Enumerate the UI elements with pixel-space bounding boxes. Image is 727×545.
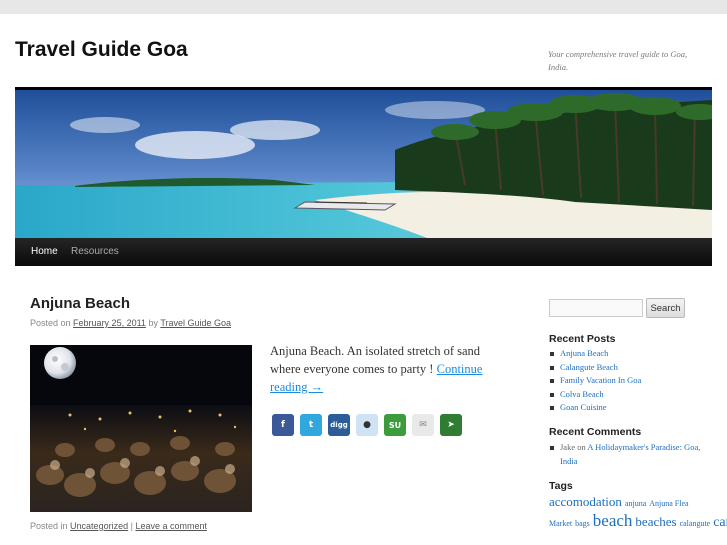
tag-link[interactable]: beach [593,511,633,530]
facebook-icon[interactable]: f [272,414,294,436]
recent-post-item: Calangute Beach [549,361,709,375]
digg-icon[interactable]: digg [328,414,350,436]
post-author-link[interactable]: Travel Guide Goa [160,318,231,328]
comment-author: Jake [560,442,576,452]
tag-link[interactable]: anjuna [625,499,646,508]
tag-link[interactable]: accomodation [549,494,622,509]
recent-post-item: Anjuna Beach [549,347,709,361]
post-category-prefix: Posted in [30,521,68,531]
search-input[interactable] [549,299,643,317]
site-title[interactable]: Travel Guide Goa [15,38,188,62]
post-date-link[interactable]: February 25, 2011 [73,318,146,328]
recent-post-item: Colva Beach [549,388,709,402]
header-banner-image [15,87,712,241]
recent-posts-list: Anjuna Beach Calangute Beach Family Vaca… [549,347,709,415]
share-icon[interactable]: ➤ [440,414,462,436]
comment-on: on [577,442,586,452]
post-category-link[interactable]: Uncategorized [70,521,128,531]
recent-comments-list: Jake on A Holidaymaker's Paradise: Goa, … [549,441,709,468]
tags-title: Tags [549,480,573,492]
stumbleupon-icon[interactable]: SU [384,414,406,436]
post-photo [30,345,252,512]
recent-post-link[interactable]: Colva Beach [560,389,604,399]
tag-link[interactable]: bags [575,519,590,528]
tag-link[interactable]: beaches [635,514,676,529]
post-meta-by: by [148,318,158,328]
post-meta-prefix: Posted on [30,318,71,328]
recent-post-link[interactable]: Calangute Beach [560,362,618,372]
post-excerpt: Anjuna Beach. An isolated stretch of san… [270,342,500,396]
recent-post-item: Goan Cuisine [549,401,709,415]
recent-posts-title: Recent Posts [549,333,616,345]
nav-item-home[interactable]: Home [31,238,58,266]
site-description: Your comprehensive travel guide to Goa, … [548,49,688,72]
page: Travel Guide Goa Your comprehensive trav… [0,14,727,545]
post-title[interactable]: Anjuna Beach [30,295,130,312]
main-navigation: Home Resources [15,238,712,266]
email-icon[interactable]: ✉ [412,414,434,436]
nav-item-resources[interactable]: Resources [71,238,119,266]
recent-post-link[interactable]: Family Vacation In Goa [560,375,641,385]
leave-comment-link[interactable]: Leave a comment [135,521,207,531]
recent-post-link[interactable]: Goan Cuisine [560,402,607,412]
tag-link[interactable]: carnival [713,515,727,530]
post-meta: Posted on February 25, 2011 by Travel Gu… [30,318,231,328]
post-footer-meta: Posted in Uncategorized | Leave a commen… [30,521,207,531]
recent-comment-item: Jake on A Holidaymaker's Paradise: Goa, … [549,441,709,468]
recent-post-link[interactable]: Anjuna Beach [560,348,608,358]
tag-cloud: accomodation anjuna Anjuna Flea Market bags… [549,493,727,532]
twitter-icon[interactable]: t [300,414,322,436]
recent-comments-title: Recent Comments [549,426,642,438]
recent-post-item: Family Vacation In Goa [549,374,709,388]
reddit-icon[interactable]: ● [356,414,378,436]
search-button[interactable]: Search [646,298,685,318]
tag-link[interactable]: calangute [680,519,711,528]
